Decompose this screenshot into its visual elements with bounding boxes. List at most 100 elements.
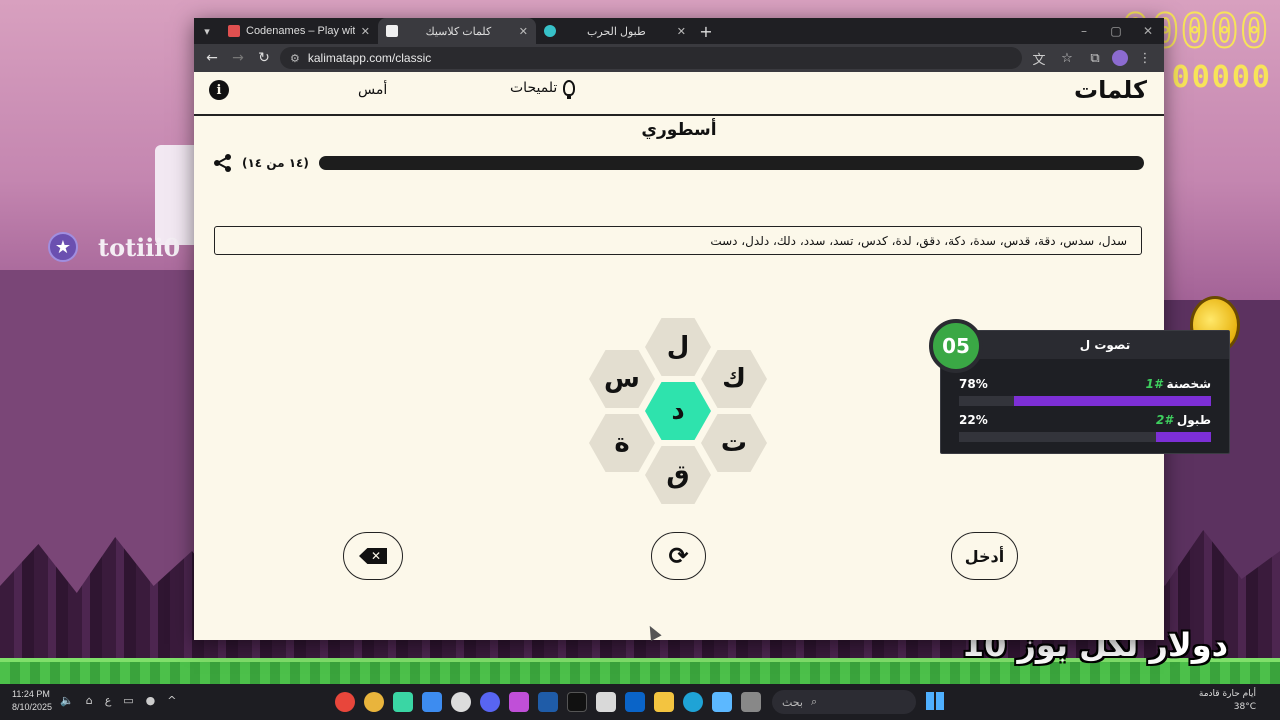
close-icon[interactable]: ✕ xyxy=(361,25,370,38)
extensions-icon[interactable]: ⧉ xyxy=(1084,51,1106,66)
edge-icon[interactable] xyxy=(683,692,703,712)
vote-track xyxy=(959,432,1211,442)
display-icon[interactable]: ▭ xyxy=(123,694,133,707)
taskbar-apps xyxy=(335,692,761,712)
letter-top-right[interactable]: ك xyxy=(701,350,767,408)
search-icon: ⌕ xyxy=(810,695,818,708)
taskbar-search-label: بحث xyxy=(782,695,803,709)
hints-link[interactable]: تلميحات xyxy=(510,80,576,99)
vote-option-label: طبول xyxy=(1176,413,1211,427)
letter-bottom[interactable]: ق xyxy=(645,446,711,504)
weather-title: أيام حارة قادمة xyxy=(1198,689,1256,699)
chrome-alt-icon[interactable] xyxy=(364,692,384,712)
m365-icon[interactable] xyxy=(509,692,529,712)
progress-fill xyxy=(318,156,1144,170)
war-drums-favicon-icon xyxy=(544,25,556,37)
x-icon[interactable] xyxy=(567,692,587,712)
info-icon[interactable]: i xyxy=(209,80,229,100)
vote-fill xyxy=(1014,396,1211,406)
letter-center[interactable]: د xyxy=(645,382,711,440)
vote-option-percent: 78% xyxy=(959,377,988,391)
app-navbar: i أمس تلميحات كلمات xyxy=(194,72,1164,116)
star-icon: ★ xyxy=(48,232,78,262)
network-icon[interactable]: ⌂ xyxy=(86,694,93,707)
back-icon[interactable]: ← xyxy=(202,50,222,66)
speaker-icon[interactable]: 🔈 xyxy=(60,694,74,707)
vote-option-label: شخصنة xyxy=(1166,377,1211,391)
vote-title: تصوت ل xyxy=(941,331,1229,359)
maximize-icon[interactable]: ▢ xyxy=(1100,18,1132,44)
chrome-icon[interactable] xyxy=(335,692,355,712)
vote-option-percent: 22% xyxy=(959,413,988,427)
outlook-icon[interactable] xyxy=(625,692,645,712)
tab-codenames[interactable]: Codenames – Play with your Fr ✕ xyxy=(220,18,378,44)
store-icon[interactable] xyxy=(596,692,616,712)
word-icon[interactable] xyxy=(538,692,558,712)
vote-option-1: 78% شخصنة #1 xyxy=(959,377,1211,406)
url-text: kalimatapp.com/classic xyxy=(307,51,432,65)
url-field[interactable]: ⚙ kalimatapp.com/classic xyxy=(280,47,1022,69)
minimize-icon[interactable]: – xyxy=(1068,18,1100,44)
browser-window: ▾ Codenames – Play with your Fr ✕ كلمات … xyxy=(194,18,1164,641)
bookmark-star-icon[interactable]: ☆ xyxy=(1056,51,1078,66)
word-count: (١٤ من ١٤) xyxy=(242,156,309,170)
enter-button[interactable]: أدخل xyxy=(951,532,1018,580)
site-info-icon[interactable]: ⚙ xyxy=(290,52,300,65)
mic-icon[interactable]: ● xyxy=(146,694,156,707)
share-icon[interactable] xyxy=(214,154,232,172)
streamer-badge: ★ totiii0 xyxy=(48,232,180,262)
system-tray: 🔈 ⌂ ع ▭ ● ^ xyxy=(60,694,177,707)
letter-bottom-left[interactable]: ة xyxy=(589,414,655,472)
vote-option-2: 22% طبول #2 xyxy=(959,413,1211,442)
tab-search-dropdown[interactable]: ▾ xyxy=(194,18,220,44)
taskbar-clock[interactable]: 11:24 PM 8/10/2025 xyxy=(12,688,52,714)
backspace-icon: ✕ xyxy=(359,548,387,564)
letter-bottom-right[interactable]: ت xyxy=(701,414,767,472)
rank-title: أسطوري xyxy=(641,120,717,140)
close-window-icon[interactable]: ✕ xyxy=(1132,18,1164,44)
address-bar: ← → ↻ ⚙ kalimatapp.com/classic 文 ☆ ⧉ ⋮ xyxy=(194,44,1164,72)
tab-kalimat[interactable]: كلمات كلاسيك ✕ xyxy=(378,18,536,44)
close-icon[interactable]: ✕ xyxy=(519,25,528,38)
letter-top-left[interactable]: س xyxy=(589,350,655,408)
forward-icon[interactable]: → xyxy=(228,50,248,66)
shuffle-button[interactable]: ⟳ xyxy=(651,532,706,580)
folder-icon[interactable] xyxy=(654,692,674,712)
found-words-box[interactable]: سدل، سدس، دقة، قدس، سدة، دكة، دقق، لدة، … xyxy=(214,226,1142,255)
vote-track xyxy=(959,396,1211,406)
progress-bar xyxy=(318,156,1144,170)
hints-label: تلميحات xyxy=(510,80,558,96)
translate-icon[interactable]: 文 xyxy=(1028,49,1050,68)
tab-title: Codenames – Play with your Fr xyxy=(246,25,355,37)
bulb-icon xyxy=(563,80,576,99)
delete-button[interactable]: ✕ xyxy=(343,532,403,580)
weather-widget[interactable]: أيام حارة قادمة 38°C xyxy=(1199,688,1256,714)
vote-timer: 05 xyxy=(929,319,983,373)
app-logo: كلمات xyxy=(1074,76,1147,104)
language-icon[interactable]: ع xyxy=(105,694,112,707)
app-blue-icon[interactable] xyxy=(422,692,442,712)
vote-option-rank: #2 xyxy=(1155,413,1173,427)
windows-start-icon[interactable] xyxy=(926,692,944,710)
tab-title: طبول الحرب xyxy=(587,25,646,38)
app-circle-icon[interactable] xyxy=(451,692,471,712)
profile-avatar[interactable] xyxy=(1112,50,1128,66)
letter-top[interactable]: ل xyxy=(645,318,711,376)
app-green-icon[interactable] xyxy=(393,692,413,712)
mouse-cursor xyxy=(644,623,662,641)
yesterday-link[interactable]: أمس xyxy=(358,82,387,98)
new-tab-button[interactable]: + xyxy=(694,18,718,44)
copilot-icon[interactable] xyxy=(712,692,732,712)
found-words-list: سدل، سدس، دقة، قدس، سدة، دكة، دقق، لدة، … xyxy=(710,233,1127,248)
tab-war-drums[interactable]: طبول الحرب ✕ xyxy=(536,18,694,44)
tray-overflow-icon[interactable]: ^ xyxy=(167,694,176,707)
discord-icon[interactable] xyxy=(480,692,500,712)
reload-icon[interactable]: ↻ xyxy=(254,50,274,66)
taskbar-search[interactable]: ⌕ بحث xyxy=(772,690,916,714)
tab-strip: ▾ Codenames – Play with your Fr ✕ كلمات … xyxy=(194,18,1164,44)
app-gray-icon[interactable] xyxy=(741,692,761,712)
window-controls: – ▢ ✕ xyxy=(1068,18,1164,44)
menu-kebab-icon[interactable]: ⋮ xyxy=(1134,51,1156,66)
close-icon[interactable]: ✕ xyxy=(677,25,686,38)
shuffle-icon: ⟳ xyxy=(668,542,689,570)
